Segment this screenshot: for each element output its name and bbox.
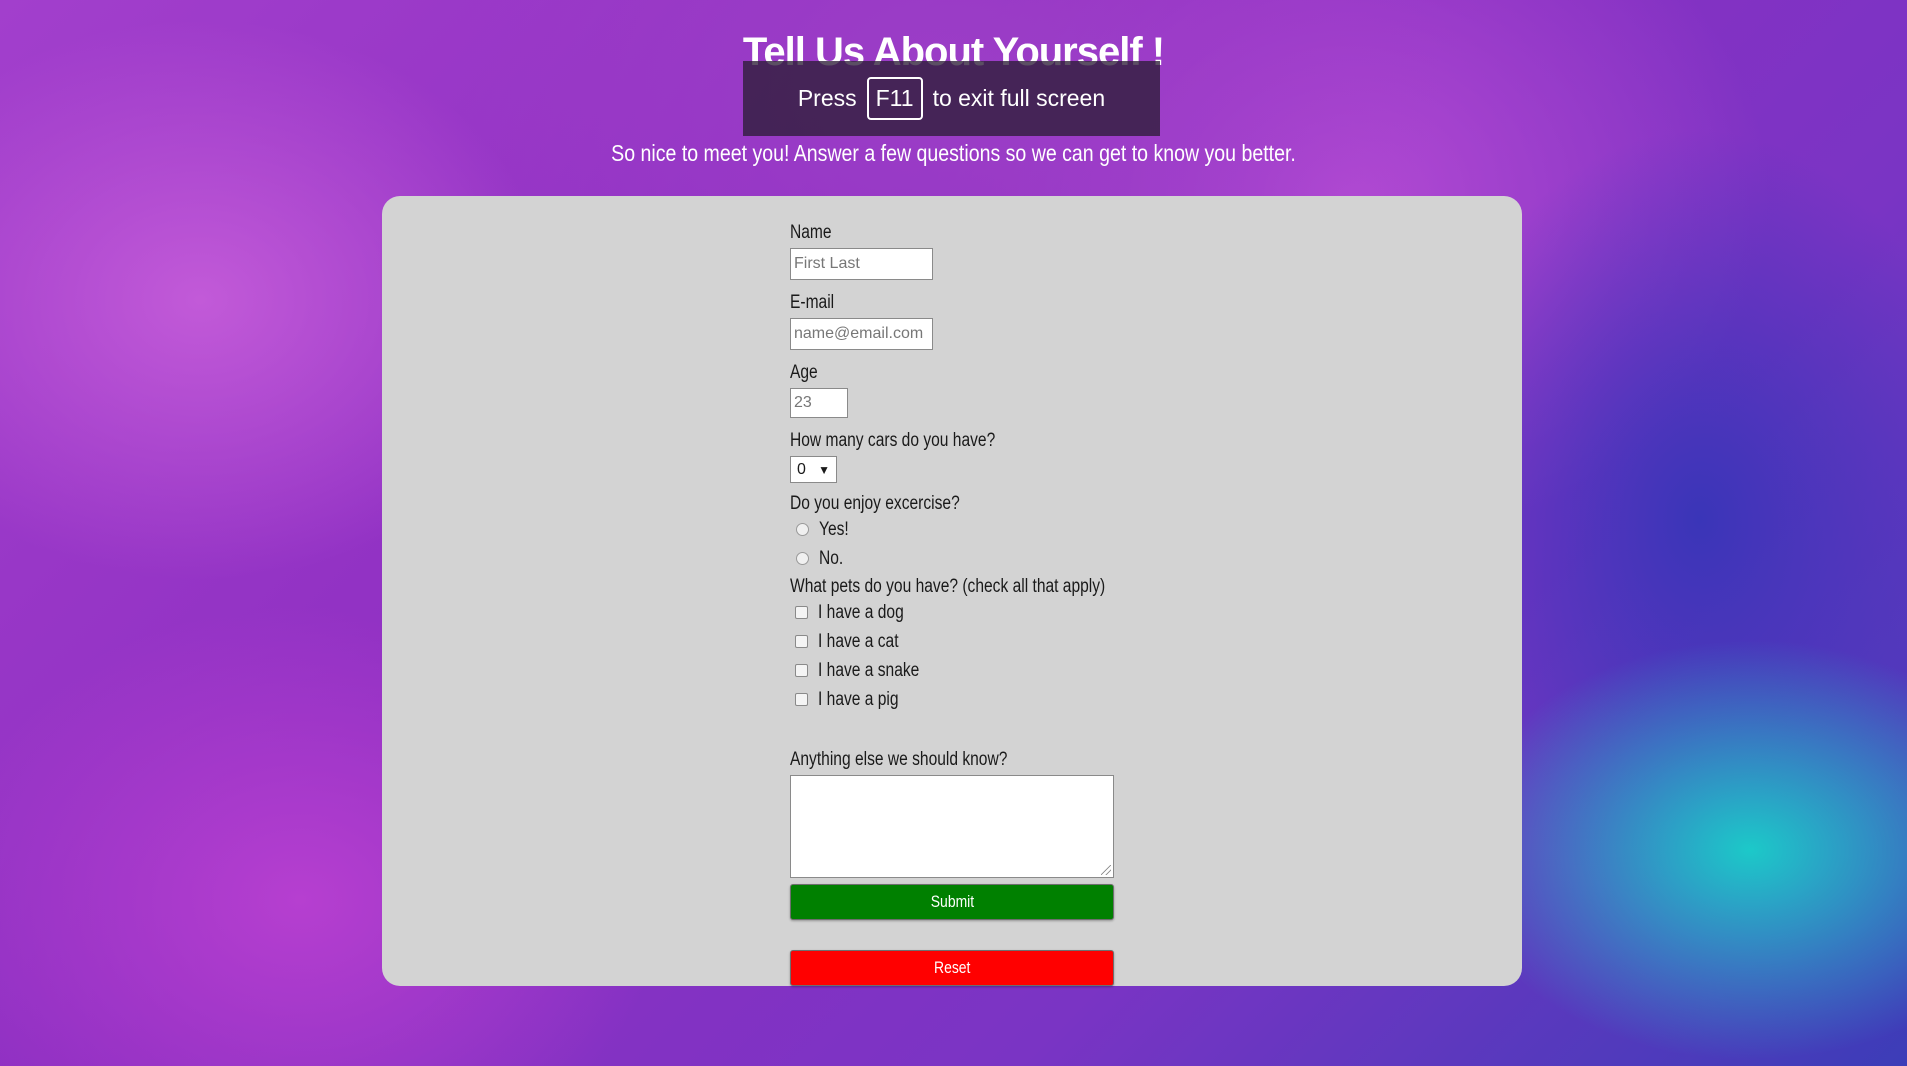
resize-handle-icon[interactable]	[1101, 865, 1111, 875]
exercise-option-label: No.	[819, 547, 844, 569]
email-label: E-mail	[790, 292, 835, 313]
reset-button[interactable]: Reset	[790, 950, 1114, 986]
email-input[interactable]	[790, 318, 933, 350]
cars-select[interactable]: 0 ▼	[790, 456, 837, 483]
submit-button[interactable]: Submit	[790, 884, 1114, 920]
pet-option-pig[interactable]: I have a pig	[790, 685, 1120, 714]
survey-form: Name E-mail Age How many cars do you hav…	[790, 222, 1120, 986]
fullscreen-banner: Press F11 to exit full screen	[743, 61, 1160, 136]
pet-option-snake[interactable]: I have a snake	[790, 656, 1120, 685]
pets-label: What pets do you have? (check all that a…	[790, 576, 1106, 597]
pet-checkbox-pig[interactable]	[795, 693, 808, 706]
cars-label: How many cars do you have?	[790, 430, 996, 451]
exercise-option-label: Yes!	[819, 518, 849, 540]
exercise-option-no[interactable]: No.	[790, 544, 1120, 573]
pet-option-label: I have a dog	[818, 601, 904, 623]
pet-checkbox-dog[interactable]	[795, 606, 808, 619]
comments-textarea[interactable]	[790, 775, 1114, 878]
name-label: Name	[790, 222, 832, 243]
exercise-option-yes[interactable]: Yes!	[790, 515, 1120, 544]
name-input[interactable]	[790, 248, 933, 280]
age-input[interactable]	[790, 388, 848, 418]
pet-checkbox-cat[interactable]	[795, 635, 808, 648]
exercise-radio-no[interactable]	[796, 552, 809, 565]
fullscreen-press-text: Press	[797, 85, 857, 111]
pet-option-dog[interactable]: I have a dog	[790, 598, 1120, 627]
pet-option-label: I have a snake	[818, 659, 920, 681]
fullscreen-message: to exit full screen	[932, 85, 1106, 111]
exercise-label: Do you enjoy excercise?	[790, 493, 960, 514]
comments-label: Anything else we should know?	[790, 749, 1008, 770]
chevron-down-icon: ▼	[818, 462, 830, 477]
reset-button-label: Reset	[933, 958, 971, 977]
page-subtitle: So nice to meet you! Answer a few questi…	[611, 140, 1296, 166]
pet-option-label: I have a pig	[818, 688, 899, 710]
age-label: Age	[790, 362, 818, 383]
pet-option-label: I have a cat	[818, 630, 899, 652]
submit-button-label: Submit	[930, 892, 974, 911]
pet-checkbox-snake[interactable]	[795, 664, 808, 677]
exercise-radio-yes[interactable]	[796, 523, 809, 536]
cars-selected-value: 0	[797, 460, 806, 478]
pet-option-cat[interactable]: I have a cat	[790, 627, 1120, 656]
f11-key: F11	[866, 77, 923, 120]
